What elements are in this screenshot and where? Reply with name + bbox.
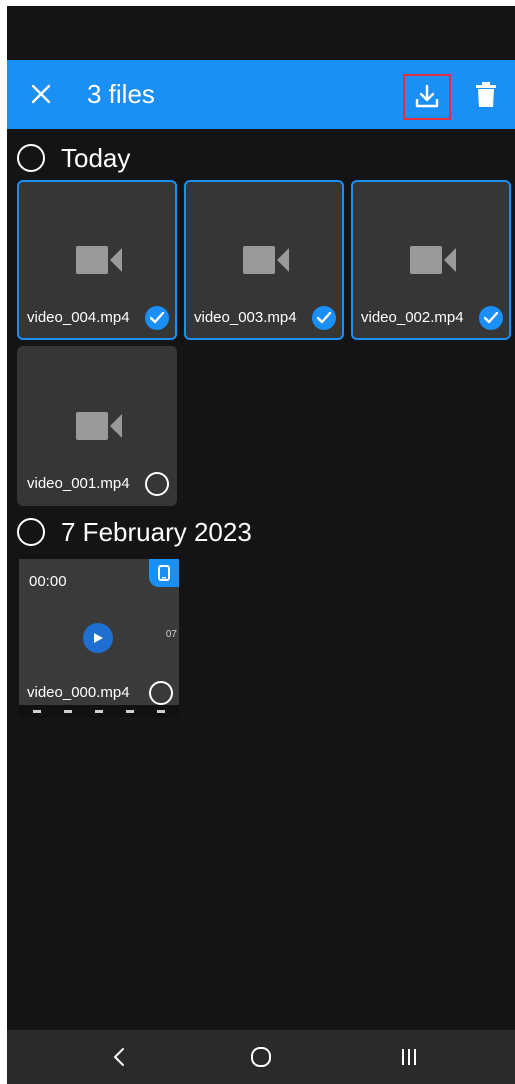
back-chevron-icon [114, 1048, 124, 1066]
phone-screen: 3 files Today video_004.mp4 video_003.mp… [7, 6, 515, 1084]
recent-apps-button[interactable] [379, 1030, 439, 1084]
section-header-feb-2023[interactable]: 7 February 2023 [17, 512, 252, 552]
play-icon [94, 633, 103, 643]
play-button[interactable] [83, 623, 113, 653]
file-name: video_004.mp4 [27, 309, 130, 326]
trash-icon [476, 82, 496, 107]
recent-apps-icon [402, 1049, 416, 1065]
thumbnail-time: 00:00 [29, 573, 67, 590]
status-bar [7, 6, 515, 60]
system-navigation-bar [7, 1030, 515, 1084]
section-select-radio[interactable] [17, 144, 45, 172]
video-camera-icon [410, 246, 456, 274]
section-header-today[interactable]: Today [17, 138, 130, 178]
home-circle-icon [251, 1047, 271, 1067]
phone-icon [158, 565, 170, 581]
thumbnail-status-strip [19, 705, 179, 717]
checkmark-icon [150, 312, 164, 324]
file-tile[interactable]: video_001.mp4 [17, 346, 177, 506]
section-select-radio[interactable] [17, 518, 45, 546]
selection-check[interactable] [312, 306, 336, 330]
selection-check[interactable] [145, 306, 169, 330]
selection-count-title: 3 files [87, 79, 155, 109]
file-tile[interactable]: video_004.mp4 [17, 180, 177, 340]
home-button[interactable] [231, 1030, 291, 1084]
selection-check[interactable] [145, 472, 169, 496]
close-selection-button[interactable] [19, 72, 63, 116]
file-tile-with-preview[interactable]: 00:00 07 video_000.mp4 [19, 559, 179, 717]
file-name: video_001.mp4 [27, 475, 130, 492]
video-camera-icon [76, 412, 122, 440]
file-name: video_000.mp4 [27, 684, 130, 701]
file-name: video_003.mp4 [194, 309, 297, 326]
thumbnail-side-text: 07 [165, 629, 177, 640]
app-bar: 3 files [7, 60, 515, 129]
device-badge [149, 559, 179, 587]
checkmark-icon [484, 312, 498, 324]
checkmark-icon [317, 312, 331, 324]
section-title: 7 February 2023 [61, 516, 252, 547]
download-icon [415, 84, 439, 108]
download-button[interactable] [403, 74, 451, 120]
file-tile[interactable]: video_002.mp4 [351, 180, 511, 340]
file-tile[interactable]: video_003.mp4 [184, 180, 344, 340]
close-icon [31, 84, 51, 104]
file-name: video_002.mp4 [361, 309, 464, 326]
section-title: Today [61, 142, 131, 173]
selection-check[interactable] [479, 306, 503, 330]
video-camera-icon [243, 246, 289, 274]
video-camera-icon [76, 246, 122, 274]
back-button[interactable] [89, 1030, 149, 1084]
selection-check[interactable] [149, 681, 173, 705]
delete-button[interactable] [465, 72, 507, 118]
